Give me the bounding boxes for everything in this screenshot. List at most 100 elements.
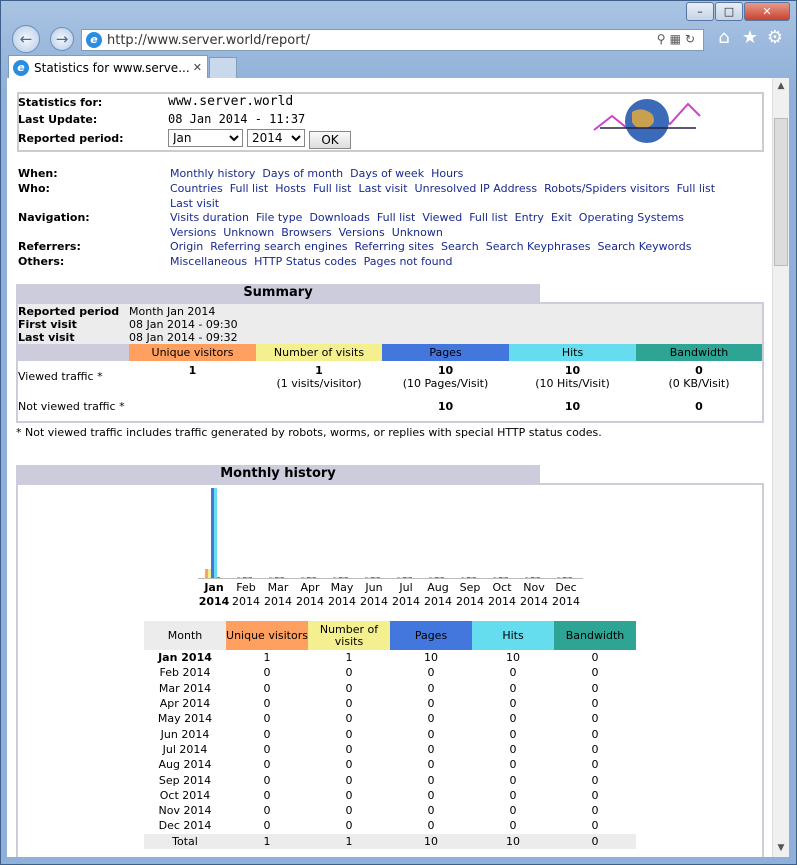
scroll-down-icon[interactable]: ▼ — [773, 840, 789, 857]
value-cell: 0 — [591, 819, 599, 833]
value-cell: 0 — [263, 712, 271, 726]
table-row: May 2014 0 0 0 0 0 — [144, 711, 636, 726]
value-cell: 0 — [345, 681, 353, 695]
tab-title: Statistics for www.serve... — [34, 60, 190, 75]
link-robots-full-list[interactable]: Full list — [677, 182, 715, 195]
address-bar[interactable]: e http://www.server.world/report/ ⚲▦↻ — [81, 29, 704, 51]
link-browsers[interactable]: Browsers — [281, 226, 331, 239]
link-hours[interactable]: Hours — [431, 167, 463, 180]
link-visits-duration[interactable]: Visits duration — [170, 211, 249, 224]
link-http-status-codes[interactable]: HTTP Status codes — [254, 255, 356, 268]
month-cell: Oct 2014 — [159, 788, 211, 802]
gear-icon[interactable]: ⚙ — [763, 27, 787, 48]
link-days-of-week[interactable]: Days of week — [350, 167, 424, 180]
value-cell: 0 — [591, 804, 599, 818]
value-cell: 0 — [509, 681, 517, 695]
chart-bar — [313, 577, 316, 578]
link-monthly-history[interactable]: Monthly history — [170, 167, 255, 180]
month-cell: Aug 2014 — [158, 758, 212, 772]
value-cell: 0 — [345, 788, 353, 802]
new-tab-button[interactable] — [209, 57, 237, 79]
viewed-pages: 10 — [437, 364, 454, 377]
scroll-up-icon[interactable]: ▲ — [773, 78, 789, 95]
monthly-table: Month Unique visitors Number of visits P… — [144, 621, 636, 849]
tab-close-icon[interactable]: ✕ — [193, 61, 202, 74]
ok-button[interactable]: OK — [309, 131, 351, 149]
value-cell: 0 — [591, 727, 599, 741]
link-hosts-full-list[interactable]: Full list — [313, 182, 351, 195]
search-icon[interactable]: ⚲ — [657, 32, 670, 46]
table-row: Jun 2014 0 0 0 0 0 — [144, 726, 636, 741]
month-cell: Apr 2014 — [159, 697, 211, 711]
value-cell: 0 — [509, 727, 517, 741]
home-icon[interactable]: ⌂ — [712, 27, 736, 48]
back-button[interactable]: ← — [12, 25, 40, 53]
minimize-button[interactable]: – — [686, 2, 714, 21]
chart-bar — [214, 488, 217, 578]
link-entry[interactable]: Entry — [515, 211, 544, 224]
others-label: Others: — [18, 255, 65, 268]
link-file-type[interactable]: File type — [256, 211, 302, 224]
value-cell: 0 — [509, 742, 517, 756]
chart-xlabel: Feb 2014 — [230, 581, 262, 609]
link-hosts[interactable]: Hosts — [275, 182, 306, 195]
value-cell: 0 — [509, 819, 517, 833]
link-origin[interactable]: Origin — [170, 240, 203, 253]
monthly-chart-xlabels: Jan 2014 Feb 2014 Mar 2014 Apr 2014 May 2014 Jun 20… — [198, 581, 583, 611]
link-exit[interactable]: Exit — [551, 211, 572, 224]
link-browser-versions[interactable]: Versions — [339, 226, 385, 239]
value-cell: 0 — [345, 742, 353, 756]
value-cell: 0 — [345, 712, 353, 726]
total-row: Total 1 1 10 10 0 — [144, 833, 636, 849]
chart-bar — [377, 577, 380, 578]
link-operating-systems[interactable]: Operating Systems — [579, 211, 684, 224]
scrollbar-thumb[interactable] — [774, 118, 788, 266]
link-os-versions[interactable]: Versions — [170, 226, 216, 239]
chart-xlabel: Mar 2014 — [262, 581, 294, 609]
link-browser-unknown[interactable]: Unknown — [392, 226, 443, 239]
month-cell: Jun 2014 — [160, 727, 210, 741]
vertical-scrollbar[interactable]: ▲ ▼ — [772, 78, 789, 857]
maximize-button[interactable]: □ — [715, 2, 743, 21]
link-miscellaneous[interactable]: Miscellaneous — [170, 255, 247, 268]
link-robots-last-visit[interactable]: Last visit — [170, 197, 219, 210]
ie-tab-icon: e — [13, 59, 29, 76]
total-label: Total — [172, 834, 198, 848]
tab-statistics[interactable]: e Statistics for www.serve... ✕ — [8, 55, 208, 79]
chart-xlabel-year: 2014 — [520, 595, 548, 608]
link-viewed-full-list[interactable]: Full list — [469, 211, 507, 224]
link-robots[interactable]: Robots/Spiders visitors — [544, 182, 670, 195]
compat-icon[interactable]: ▦ — [670, 32, 685, 46]
year-select[interactable]: 2014 — [247, 129, 305, 147]
forward-button[interactable]: → — [50, 27, 74, 51]
value-cell: 0 — [427, 819, 435, 833]
link-unresolved-ip[interactable]: Unresolved IP Address — [415, 182, 538, 195]
link-downloads-full-list[interactable]: Full list — [377, 211, 415, 224]
link-countries[interactable]: Countries — [170, 182, 223, 195]
th-number-of-visits: Number of visits — [308, 621, 390, 650]
chart-xlabel: May 2014 — [326, 581, 358, 609]
table-row: Jul 2014 0 0 0 0 0 — [144, 742, 636, 757]
favorites-star-icon[interactable]: ★ — [738, 27, 762, 48]
link-days-of-month[interactable]: Days of month — [262, 167, 343, 180]
link-referring-sites[interactable]: Referring sites — [354, 240, 434, 253]
table-row: Feb 2014 0 0 0 0 0 — [144, 665, 636, 680]
value-cell: 0 — [263, 788, 271, 802]
link-countries-full-list[interactable]: Full list — [230, 182, 268, 195]
link-downloads[interactable]: Downloads — [309, 211, 369, 224]
link-os-unknown[interactable]: Unknown — [223, 226, 274, 239]
month-select[interactable]: Jan — [168, 129, 243, 147]
link-search-keyphrases[interactable]: Search Keyphrases — [486, 240, 591, 253]
value-cell: 10 — [506, 651, 520, 665]
refresh-icon[interactable]: ↻ — [685, 32, 699, 46]
link-hosts-last-visit[interactable]: Last visit — [358, 182, 407, 195]
link-search[interactable]: Search — [441, 240, 479, 253]
link-search-keywords[interactable]: Search Keywords — [597, 240, 691, 253]
close-button[interactable]: ✕ — [744, 2, 790, 21]
value-cell: 0 — [509, 697, 517, 711]
chart-xlabel-month: Jan — [204, 581, 224, 594]
value-cell: 0 — [591, 742, 599, 756]
link-referring-search-engines[interactable]: Referring search engines — [210, 240, 347, 253]
link-pages-not-found[interactable]: Pages not found — [364, 255, 453, 268]
link-viewed[interactable]: Viewed — [422, 211, 462, 224]
